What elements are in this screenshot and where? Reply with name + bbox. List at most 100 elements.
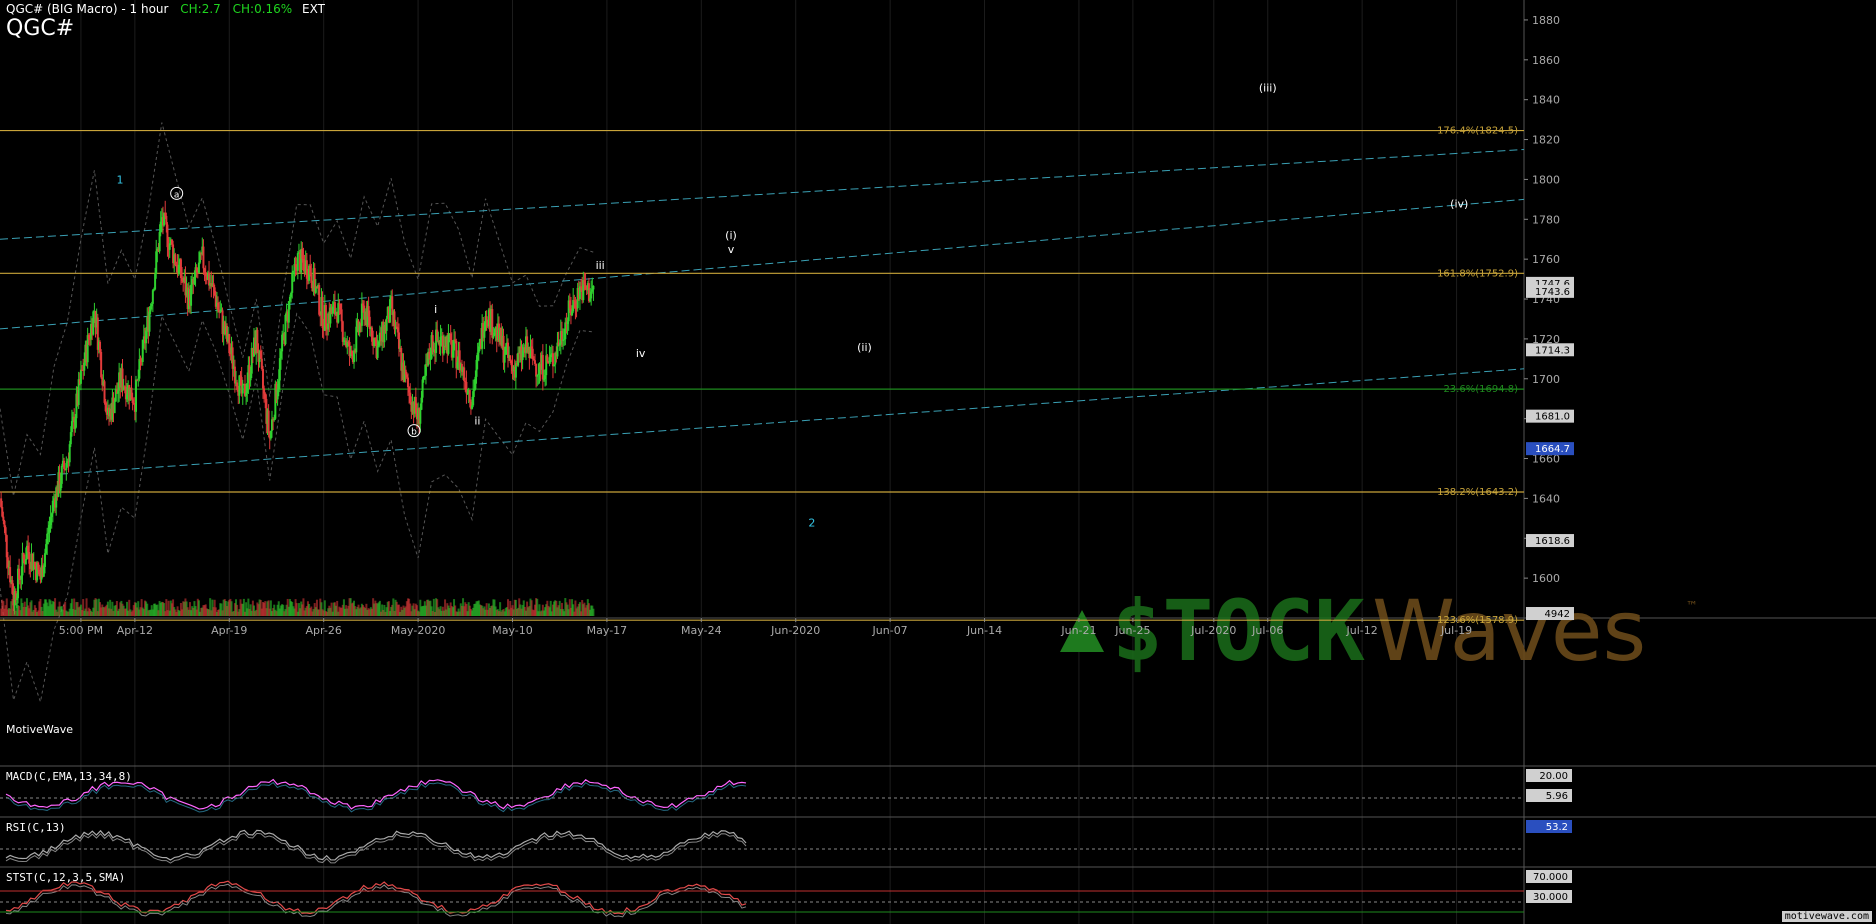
volume-bar — [592, 608, 595, 616]
y-tick-label: 1800 — [1532, 173, 1560, 186]
x-tick-label: Apr-12 — [117, 624, 153, 637]
chart-header: QGC# (BIG Macro) - 1 hour CH:2.7 CH:0.16… — [6, 2, 325, 16]
y-tick-label: 1840 — [1532, 94, 1560, 107]
chart-canvas[interactable]: $TOCK Waves ™ 176.4%(1824.5)161.8%(1752.9)… — [0, 0, 1876, 924]
fib-label: 176.4%(1824.5) — [1437, 126, 1518, 137]
candle-body — [43, 553, 46, 567]
x-tick-label: Jul-06 — [1251, 624, 1283, 637]
candle-body — [485, 316, 488, 320]
y-tick-label: 1780 — [1532, 213, 1560, 226]
candle-body — [324, 305, 327, 327]
price-marker-label: 1681.0 — [1535, 412, 1570, 423]
y-tick-label: 1640 — [1532, 492, 1560, 505]
indicator-tick-label: 70.000 — [1533, 872, 1568, 883]
logo-waves: Waves — [1372, 582, 1646, 680]
session-label: EXT — [302, 2, 325, 16]
x-tick-label: Jun-2020 — [770, 624, 820, 637]
wave-label: (iv) — [1450, 197, 1468, 210]
candle-body — [113, 401, 116, 414]
candle-body — [419, 409, 422, 424]
candle-body — [63, 460, 66, 469]
change-points: CH:2.7 — [180, 2, 221, 16]
candle-body — [318, 285, 321, 315]
candle-body — [296, 253, 299, 271]
wave-label: 1 — [117, 173, 124, 186]
indicator-tick-label: 5.96 — [1546, 791, 1568, 802]
candle-body — [503, 354, 506, 363]
indicator-tick-label: 53.2 — [1546, 822, 1568, 833]
wave-label: b — [411, 428, 417, 438]
indicator-label: STST(C,12,3,5,SMA) — [6, 871, 125, 884]
x-tick-label: Apr-19 — [211, 624, 247, 637]
price-marker-label: 1664.7 — [1535, 444, 1570, 455]
symbol-label: QGC# — [6, 16, 75, 41]
x-tick-label: Jul-12 — [1346, 624, 1378, 637]
candle-body — [148, 311, 151, 332]
candle-body — [4, 527, 7, 536]
wave-label: v — [728, 243, 735, 256]
y-tick-label: 1600 — [1532, 572, 1560, 585]
price-marker-label: 1743.6 — [1535, 287, 1570, 298]
indicator-tick-label: 20.00 — [1539, 771, 1568, 782]
wave-label: ii — [474, 415, 480, 428]
candle-body — [197, 262, 200, 273]
chart-title: QGC# (BIG Macro) - 1 hour — [6, 2, 169, 16]
y-tick-label: 1760 — [1532, 253, 1560, 266]
brand-watermark: MotiveWave — [6, 723, 74, 736]
x-tick-label: Jul-19 — [1440, 624, 1472, 637]
candle-body — [60, 465, 63, 484]
x-tick-label: May-17 — [587, 624, 628, 637]
y-tick-label: 1860 — [1532, 54, 1560, 67]
wave-label: iii — [596, 259, 605, 272]
candle-body — [376, 345, 379, 358]
candle-body — [134, 379, 137, 412]
change-percent: CH:0.16% — [232, 2, 293, 16]
y-tick-label: 1820 — [1532, 134, 1560, 147]
candle-body — [533, 360, 536, 364]
candle-body — [100, 352, 103, 378]
candle-body — [70, 421, 73, 433]
fib-label: 23.6%(1694.8) — [1443, 384, 1518, 395]
candle-body — [483, 330, 486, 338]
site-watermark[interactable]: motivewave.com — [1781, 911, 1872, 922]
indicator-label: MACD(C,EMA,13,34,8) — [6, 770, 132, 783]
candle-body — [202, 246, 205, 269]
candle-body — [261, 369, 264, 389]
y-tick-label: 1700 — [1532, 373, 1560, 386]
x-tick-label: Jun-07 — [872, 624, 908, 637]
indicator-label: RSI(C,13) — [6, 821, 66, 834]
price-marker-label: 1714.3 — [1535, 345, 1570, 356]
price-marker-label: 4942 — [1545, 609, 1570, 620]
x-tick-label: Jun-14 — [966, 624, 1002, 637]
candle-body — [406, 377, 409, 388]
wave-label: i — [434, 303, 437, 316]
fib-label: 138.2%(1643.2) — [1437, 487, 1518, 498]
x-tick-label: Jun-25 — [1114, 624, 1150, 637]
candle-body — [592, 285, 595, 290]
candle-body — [241, 384, 244, 394]
y-tick-label: 1880 — [1532, 14, 1560, 27]
x-tick-label: May-24 — [681, 624, 722, 637]
candle-body — [385, 318, 388, 331]
wave-label: (iii) — [1259, 82, 1277, 95]
x-tick-label: May-10 — [492, 624, 533, 637]
price-marker-label: 1618.6 — [1535, 536, 1570, 547]
fib-label: 161.8%(1752.9) — [1437, 268, 1518, 279]
logo-tm: ™ — [1686, 599, 1698, 613]
x-tick-label: Jun-21 — [1060, 624, 1096, 637]
candle-body — [79, 369, 82, 384]
x-tick-label: Jul-2020 — [1190, 624, 1236, 637]
x-tick-label: May-2020 — [391, 624, 446, 637]
x-tick-label: Apr-26 — [306, 624, 342, 637]
x-tick-label: 5:00 PM — [59, 624, 103, 637]
wave-label: iv — [636, 347, 646, 360]
wave-label: (i) — [725, 229, 737, 242]
indicator-tick-label: 30.000 — [1533, 892, 1568, 903]
candle-body — [151, 290, 154, 304]
wave-label: (ii) — [857, 341, 872, 354]
candle-body — [546, 355, 549, 362]
candle-body — [267, 410, 270, 433]
wave-label: a — [174, 190, 180, 200]
candle-body — [535, 363, 538, 377]
candle-body — [551, 353, 554, 367]
